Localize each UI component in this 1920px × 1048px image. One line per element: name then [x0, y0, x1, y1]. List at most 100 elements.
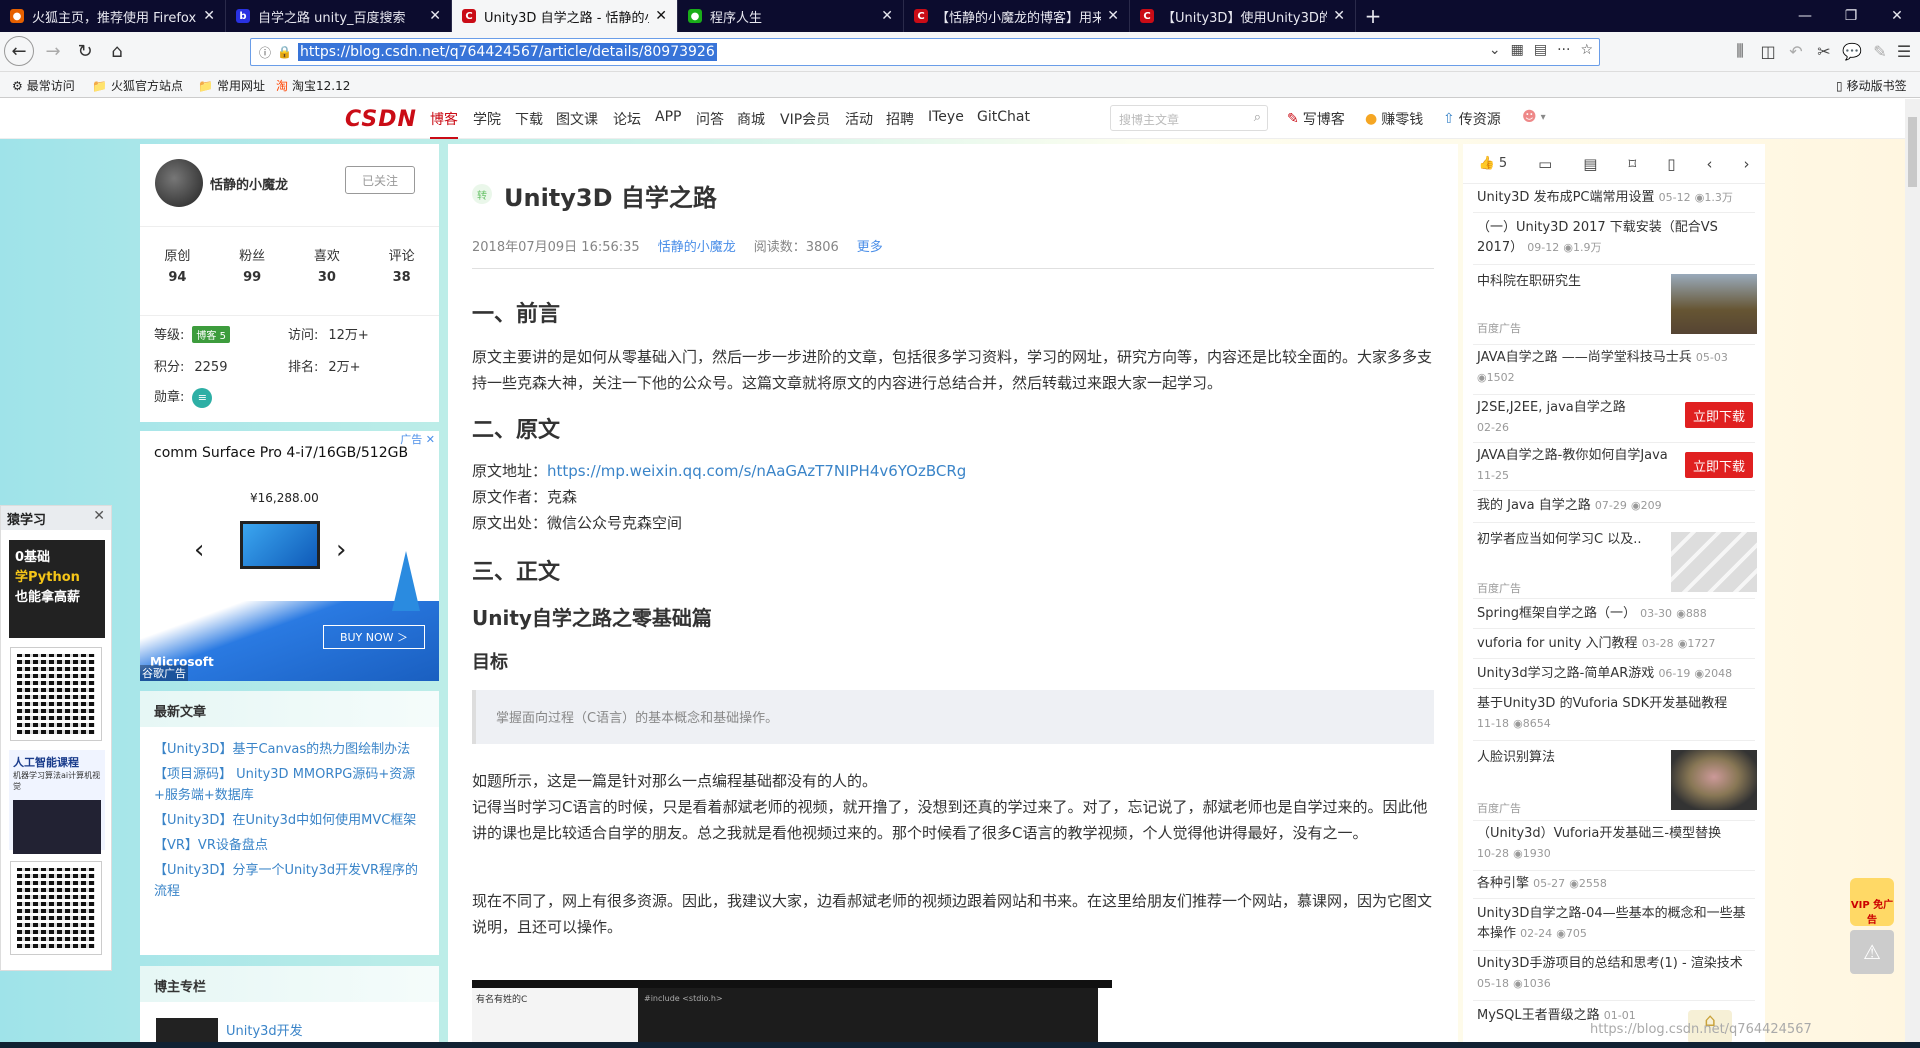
mobile-icon[interactable]: ▯ [1667, 155, 1675, 173]
recent-article-link[interactable]: 【VR】VR设备盘点 [154, 835, 425, 856]
download-now-button[interactable]: 立即下载 [1685, 402, 1753, 428]
article-author-link[interactable]: 恬静的小魔龙 [658, 236, 736, 255]
browser-tab[interactable]: C【Unity3D】使用Unity3D的Sh✕ [1130, 0, 1356, 32]
library-icon[interactable]: ⫼ [1726, 36, 1754, 66]
chevron-right-icon[interactable]: › [1743, 155, 1749, 173]
related-item[interactable]: Unity3D自学之路-04—些基本的概念和一些基本操作 02-24 ◉705 [1477, 904, 1755, 944]
browser-tab[interactable]: b 自学之路 unity_百度搜索 ✕ [226, 0, 452, 32]
related-ad[interactable]: 人脸识别算法 [1477, 748, 1657, 768]
like-button[interactable]: 👍 5 [1479, 156, 1508, 171]
related-item[interactable]: Unity3D 发布成PC端常用设置 05-12 ◉1.3万 [1477, 188, 1755, 208]
sidebar-icon[interactable]: ◫ [1754, 36, 1782, 66]
download-now-button[interactable]: 立即下载 [1685, 452, 1753, 478]
vip-no-ads-button[interactable]: VIP 免广告 [1850, 878, 1894, 926]
nav-qa[interactable]: 问答 [696, 109, 724, 129]
home-button[interactable]: ⌂ [102, 36, 132, 66]
write-blog-button[interactable]: ✎ 写博客 [1287, 109, 1345, 129]
buy-now-button[interactable]: BUY NOW ＞ [323, 625, 425, 649]
related-download[interactable]: J2SE,J2EE, java自学之路 02-26 [1477, 398, 1677, 438]
close-icon[interactable]: ✕ [203, 8, 215, 24]
chevron-left-icon[interactable]: ‹ [1706, 155, 1712, 173]
url-text[interactable]: https://blog.csdn.net/q764424567/article… [297, 43, 717, 61]
vertical-scrollbar[interactable] [1905, 99, 1920, 1048]
original-url-link[interactable]: https://mp.weixin.qq.com/s/nAaGAzT7NIPH4… [547, 462, 966, 480]
upload-resource-button[interactable]: ⇧ 传资源 [1443, 109, 1501, 129]
bookmark-star-icon[interactable]: ☆ [1580, 42, 1593, 58]
user-avatar-menu[interactable]: ☻ ▾ [1522, 109, 1546, 125]
report-icon[interactable]: ⚠ [1850, 930, 1894, 974]
url-bar[interactable]: ⓘ 🔒 https://blog.csdn.net/q764424567/art… [250, 38, 1600, 66]
nav-events[interactable]: 活动 [845, 109, 873, 129]
scrollbar-thumb[interactable] [1908, 117, 1917, 187]
bookmark-item[interactable]: 📁 火狐官方站点 [92, 77, 183, 94]
follow-button[interactable]: 已关注 [345, 166, 415, 194]
earn-money-button[interactable]: ● 赚零钱 [1365, 109, 1423, 129]
author-name[interactable]: 恬静的小魔龙 [210, 174, 288, 193]
keyboard-ad-image[interactable] [1671, 532, 1757, 592]
close-icon[interactable]: ✕ [1107, 8, 1119, 24]
nav-download[interactable]: 下载 [515, 109, 543, 129]
related-item[interactable]: （一）Unity3D 2017 下载安装（配合VS 2017） 09-12 ◉1… [1477, 218, 1755, 258]
ai-course-ad[interactable]: 人工智能课程 机器学习算法ai计算机视觉 [9, 750, 105, 854]
close-icon[interactable]: ✕ [881, 8, 893, 24]
search-icon[interactable]: ⌕ [1254, 110, 1261, 125]
browser-tab[interactable]: ● 程序人生 ✕ [678, 0, 904, 32]
related-item[interactable]: Unity3D手游项目的总结和思考(1) - 渲染技术 05-18 ◉1036 [1477, 954, 1755, 994]
chevron-down-icon[interactable]: ⌄ [1489, 42, 1501, 58]
csdn-logo[interactable]: CSDN [345, 107, 417, 132]
close-window-button[interactable]: ✕ [1874, 0, 1920, 32]
restore-button[interactable]: ❐ [1828, 0, 1874, 32]
comment-icon[interactable]: ▭ [1538, 155, 1552, 173]
chat-icon[interactable]: 💬 [1838, 36, 1866, 66]
related-item[interactable]: 基于Unity3D 的Vuforia SDK开发基础教程 11-18 ◉8654 [1477, 694, 1755, 734]
nav-gitchat[interactable]: GitChat [977, 109, 1030, 125]
nav-academy[interactable]: 学院 [473, 109, 501, 129]
bookmark-item[interactable]: 淘淘宝12.12 [276, 77, 350, 94]
face-ad-image[interactable] [1671, 750, 1757, 810]
reload-button[interactable]: ↻ [70, 36, 100, 66]
nav-jobs[interactable]: 招聘 [886, 109, 914, 129]
avatar[interactable] [155, 159, 203, 207]
column-link[interactable]: Unity3d开发 [226, 1020, 303, 1039]
minimize-button[interactable]: — [1782, 0, 1828, 32]
close-icon[interactable]: ✕ [429, 8, 441, 24]
screenshot-icon[interactable]: ✂ [1810, 36, 1838, 66]
python-ad[interactable]: 0基础 学Python 也能拿高薪 [9, 540, 105, 638]
nav-iteye[interactable]: ITeye [928, 109, 964, 125]
nav-app[interactable]: APP [655, 109, 681, 125]
qr-code-icon[interactable]: ▦ [1511, 42, 1524, 58]
reader-view-icon[interactable]: ▤ [1534, 42, 1547, 58]
bookmark-item[interactable]: ▯ 移动版书签 [1836, 77, 1907, 94]
ad-thumbnail-image[interactable] [1671, 274, 1757, 334]
related-item[interactable]: 各种引擎 05-27 ◉2558 [1477, 874, 1755, 894]
related-item[interactable]: Unity3d学习之路-简单AR游戏 06-19 ◉2048 [1477, 664, 1755, 684]
blog-search-input[interactable]: 搜博主文章 ⌕ [1110, 105, 1268, 131]
more-link[interactable]: 更多 [857, 236, 883, 255]
directory-icon[interactable]: ▤ [1583, 155, 1597, 173]
bookmark-item[interactable]: 📁 常用网址 [198, 77, 265, 94]
recent-article-link[interactable]: 【Unity3D】在Unity3d中如何使用MVC框架 [154, 810, 425, 831]
recent-article-link[interactable]: 【Unity3D】基于Canvas的热力图绘制办法 [154, 739, 425, 760]
related-item[interactable]: Spring框架自学之路（一） 03-30 ◉888 [1477, 604, 1755, 624]
nav-blog[interactable]: 博客 [430, 109, 458, 139]
chevron-right-icon[interactable]: › [336, 535, 346, 565]
browser-tab-active[interactable]: CUnity3D 自学之路 - 恬静的小魔龙✕ [452, 0, 678, 32]
recent-article-link[interactable]: 【项目源码】 Unity3D MMORPG源码+资源+服务端+数据库 [154, 764, 425, 806]
nav-forum[interactable]: 论坛 [613, 109, 641, 129]
recent-article-link[interactable]: 【Unity3D】分享一个Unity3d开发VR程序的流程 [154, 860, 425, 902]
related-item[interactable]: vuforia for unity 入门教程 03-28 ◉1727 [1477, 634, 1755, 654]
page-actions-icon[interactable]: ··· [1557, 42, 1570, 58]
nav-course[interactable]: 图文课 [556, 109, 598, 129]
nav-vip[interactable]: VIP会员 [780, 109, 830, 129]
related-item[interactable]: JAVA自学之路 ——尚学堂科技马士兵 05-03 ◉1502 [1477, 348, 1755, 388]
related-ad[interactable]: 中科院在职研究生 [1477, 272, 1657, 292]
surface-ad[interactable]: 广告 ✕ comm Surface Pro 4-i7/16GB/512GB ¥1… [140, 431, 439, 681]
related-ad[interactable]: 初学者应当如何学习C 以及.. [1477, 530, 1667, 550]
related-item[interactable]: （Unity3d）Vuforia开发基础三-模型替换 10-28 ◉1930 [1477, 824, 1755, 864]
close-icon[interactable]: ✕ [93, 508, 105, 524]
forward-button[interactable]: → [38, 36, 68, 66]
new-tab-button[interactable]: + [1356, 0, 1390, 32]
undo-icon[interactable]: ↶ [1782, 36, 1810, 66]
chevron-left-icon[interactable]: ‹ [194, 535, 204, 565]
nav-mall[interactable]: 商城 [737, 109, 765, 129]
